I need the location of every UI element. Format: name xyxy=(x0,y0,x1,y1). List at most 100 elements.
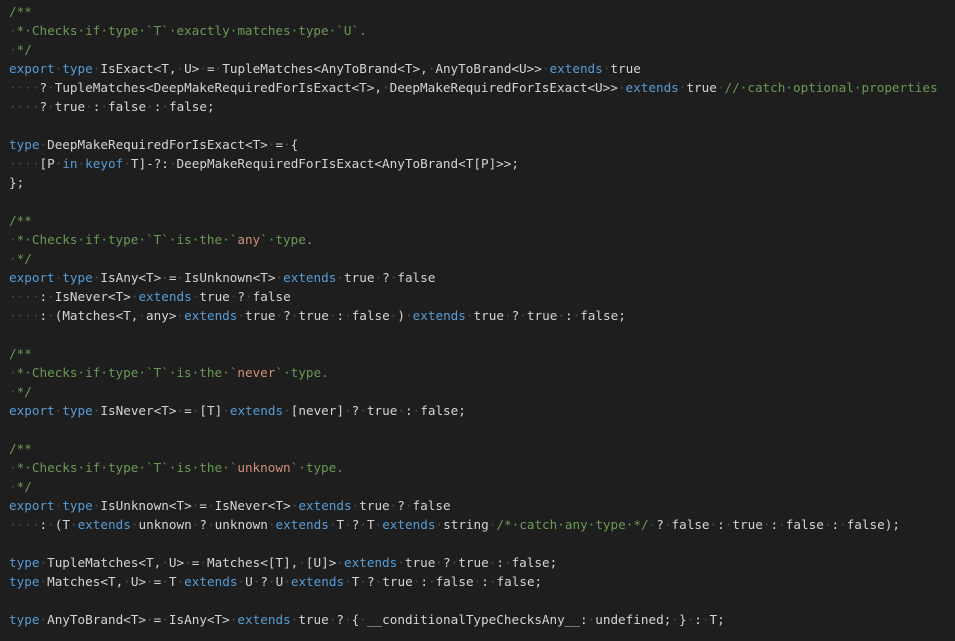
code-keyword-token: export xyxy=(9,403,55,418)
code-line[interactable]: ​ xyxy=(9,420,938,439)
code-line[interactable]: ·*/ xyxy=(9,40,938,59)
code-token: T xyxy=(336,517,345,532)
code-line[interactable]: ​ xyxy=(9,116,938,135)
code-token: AnyToBrand<T> xyxy=(47,612,147,627)
code-token: U> xyxy=(184,61,200,76)
code-token: ? xyxy=(237,289,246,304)
code-line[interactable]: ​ xyxy=(9,192,938,211)
code-token: : xyxy=(496,555,504,570)
code-keyword-token: export xyxy=(9,61,55,76)
code-line[interactable]: /** xyxy=(9,2,938,21)
code-token: ? xyxy=(442,555,451,570)
code-line[interactable]: export·type·IsAny<T>·=·IsUnknown<T>·exte… xyxy=(9,268,938,287)
code-keyword-token: extends xyxy=(138,289,192,304)
code-line[interactable]: ·*/ xyxy=(9,477,938,496)
whitespace-marker: · xyxy=(344,308,352,323)
code-keyword-token: extends xyxy=(290,574,345,589)
code-token: undefined; xyxy=(595,612,672,627)
code-line[interactable]: export·type·IsExact<T,·U>·=·TupleMatches… xyxy=(9,59,938,78)
code-line[interactable]: ·*·Checks·if·type·`T`·is·the·`any`·type. xyxy=(9,230,938,249)
whitespace-marker: · xyxy=(336,555,344,570)
code-token: : xyxy=(39,289,48,304)
code-comment-token: /** xyxy=(9,213,32,228)
code-token: false xyxy=(108,99,147,114)
code-token: true xyxy=(686,80,717,95)
code-line[interactable]: ​ xyxy=(9,591,938,610)
code-token: = xyxy=(168,270,177,285)
whitespace-marker: · xyxy=(9,460,17,475)
code-token: true xyxy=(54,99,86,114)
code-content[interactable]: /** ·*·Checks·if·type·`T`·exactly·matches… xyxy=(9,2,938,629)
code-token: ? xyxy=(656,517,664,532)
code-token: false; xyxy=(496,574,543,589)
code-keyword-token: type xyxy=(62,403,93,418)
code-line[interactable]: ·*·Checks·if·type·`T`·exactly·matches·ty… xyxy=(9,21,938,40)
code-token: ? xyxy=(260,574,268,589)
whitespace-marker: · xyxy=(435,555,443,570)
code-line[interactable]: ·*/ xyxy=(9,249,938,268)
whitespace-marker: · xyxy=(9,365,17,380)
code-line[interactable]: ····:·(T·extends·unknown·?·unknown·exten… xyxy=(9,515,938,534)
whitespace-marker: · xyxy=(716,80,725,95)
code-comment-token: */ xyxy=(16,42,32,57)
code-line[interactable]: ·*·Checks·if·type·`T`·is·the·`unknown`·t… xyxy=(9,458,938,477)
whitespace-marker: · xyxy=(359,517,367,532)
code-line[interactable]: ​ xyxy=(9,534,938,553)
whitespace-marker: · xyxy=(404,498,413,513)
whitespace-marker: · xyxy=(359,403,367,418)
whitespace-marker: · xyxy=(344,403,352,418)
code-token: ? xyxy=(39,80,48,95)
code-line[interactable]: /** xyxy=(9,211,938,230)
code-token: true xyxy=(610,61,641,76)
code-line[interactable]: ····[P·in·keyof·T]-?:·DeepMakeRequiredFo… xyxy=(9,154,938,173)
code-token: true xyxy=(366,403,398,418)
code-token: : xyxy=(831,517,840,532)
code-token: (Matches<T, xyxy=(54,308,139,323)
whitespace-marker: · xyxy=(557,308,565,323)
whitespace-marker: · xyxy=(9,479,17,494)
code-editor[interactable]: /** ·*·Checks·if·type·`T`·exactly·matches… xyxy=(0,0,955,641)
code-string-token: never xyxy=(237,365,276,380)
code-line[interactable]: type·TupleMatches<T,·U>·=·Matches<[T],·[… xyxy=(9,553,938,572)
code-comment-token: `·type. xyxy=(260,232,314,247)
code-token: : xyxy=(404,403,413,418)
whitespace-marker: · xyxy=(222,403,230,418)
whitespace-marker: · xyxy=(146,99,154,114)
code-line[interactable]: ····?·TupleMatches<DeepMakeRequiredForIs… xyxy=(9,78,938,97)
whitespace-marker: · xyxy=(762,517,771,532)
code-line[interactable]: type·DeepMakeRequiredForIsExact<T>·=·{ xyxy=(9,135,938,154)
code-line[interactable]: ·*·Checks·if·type·`T`·is·the·`never`·typ… xyxy=(9,363,938,382)
code-token: false); xyxy=(846,517,900,532)
code-line[interactable]: /** xyxy=(9,344,938,363)
code-comment-token: `·type. xyxy=(275,365,329,380)
whitespace-marker: · xyxy=(237,574,246,589)
code-line[interactable]: ​ xyxy=(9,325,938,344)
code-token: = xyxy=(206,61,215,76)
code-comment-token: *·Checks·if·type·`T`·is·the·` xyxy=(16,460,238,475)
code-line[interactable]: ····:·IsNever<T>·extends·true·?·false xyxy=(9,287,938,306)
code-token: ? xyxy=(39,99,48,114)
code-line[interactable]: ····?·true·:·false·:·false; xyxy=(9,97,938,116)
code-line[interactable]: export·type·IsUnknown<T>·=·IsNever<T>·ex… xyxy=(9,496,938,515)
code-keyword-token: extends xyxy=(237,612,291,627)
code-line[interactable]: }; xyxy=(9,173,938,192)
code-line[interactable]: ····:·(Matches<T,·any>·extends·true·?·tr… xyxy=(9,306,938,325)
whitespace-marker: · xyxy=(9,42,17,57)
whitespace-marker: · xyxy=(161,574,169,589)
code-line[interactable]: ·*/ xyxy=(9,382,938,401)
code-line[interactable]: /** xyxy=(9,439,938,458)
code-line[interactable]: type·Matches<T,·U>·=·T·extends·U·?·U·ext… xyxy=(9,572,938,591)
code-line[interactable]: export·type·IsNever<T>·=·[T]·extends·[ne… xyxy=(9,401,938,420)
whitespace-marker: · xyxy=(778,517,786,532)
code-token: IsUnknown<T> xyxy=(100,498,192,513)
whitespace-marker: · xyxy=(168,156,177,171)
code-token: true xyxy=(382,574,413,589)
code-keyword-token: type xyxy=(9,574,40,589)
whitespace-marker: · xyxy=(47,80,55,95)
whitespace-marker: · xyxy=(161,612,169,627)
code-token: ? xyxy=(397,498,405,513)
code-token: ? xyxy=(283,308,291,323)
code-line[interactable]: type·AnyToBrand<T>·=·IsAny<T>·extends·tr… xyxy=(9,610,938,629)
whitespace-marker: · xyxy=(671,612,679,627)
whitespace-marker: · xyxy=(161,99,169,114)
